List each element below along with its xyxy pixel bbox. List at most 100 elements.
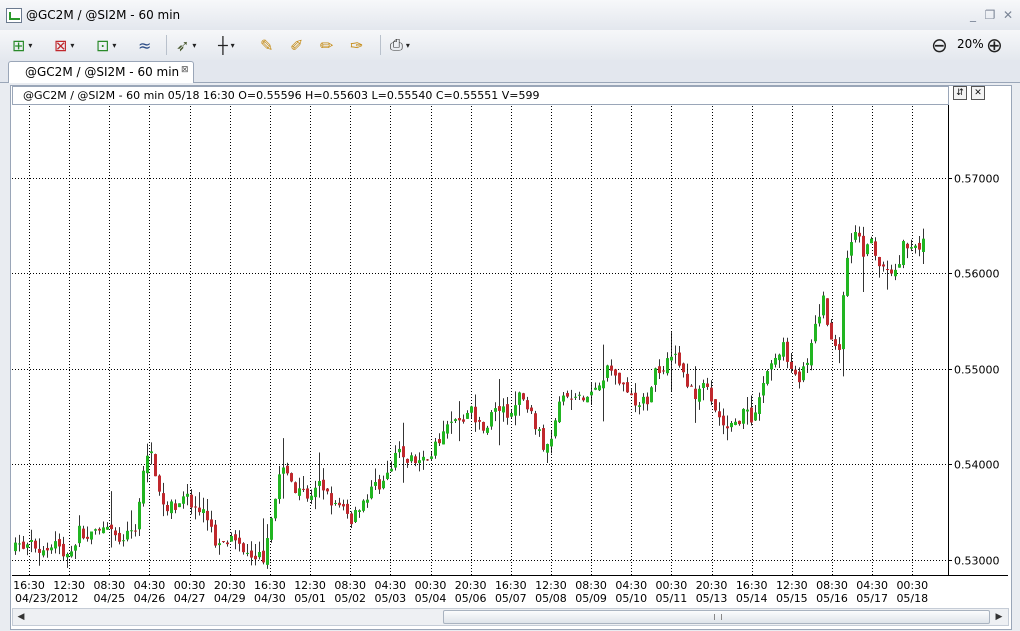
x-tick-date: 05/06 [455,592,487,605]
candle-body [218,543,221,546]
candle [242,542,245,555]
candle [110,491,113,548]
scroll-right-icon[interactable]: ▶ [992,610,1006,624]
candle-body [502,406,505,413]
candle [478,416,481,430]
candle-body [922,238,925,252]
candle [634,383,637,413]
candle [314,480,317,510]
x-tick-time: 00:30 [656,579,688,592]
candle [886,260,889,290]
candle [430,451,433,462]
candle [834,334,837,350]
candle [158,474,161,496]
candle-body [758,397,761,414]
candle [258,541,261,560]
x-tick-date: 04/25 [93,592,125,605]
candle-body [762,382,765,396]
candle-body [790,361,793,369]
candle-body [654,368,657,385]
candle-body [226,542,229,545]
candle-body [814,323,817,342]
candle-body [66,553,69,558]
candle [582,395,585,402]
candle [642,393,645,411]
candle [150,442,153,465]
candle [266,524,269,569]
candle-body [534,413,537,430]
horizontal-scrollbar[interactable]: ◀ ▶ [12,608,1009,626]
candle [346,499,349,519]
candle [874,237,877,261]
candle-body [518,392,521,405]
candle [678,345,681,368]
candle [410,452,413,464]
candle-body [406,458,409,463]
candle-body [770,363,773,370]
candle [466,410,469,419]
candle-body [242,543,245,553]
candle-body [742,408,745,424]
candle [734,418,737,426]
scroll-left-icon[interactable]: ◀ [14,610,28,624]
candle [594,382,597,391]
candle [674,345,677,364]
candle-body [274,498,277,519]
candle-body [510,412,513,417]
grip-icon [714,614,722,620]
candle-body [810,343,813,366]
candle [302,476,305,492]
candle-body [718,411,721,418]
candle [610,359,613,376]
candle [186,483,189,506]
candle-body [782,342,785,357]
candle-body [282,467,285,474]
candle [542,424,545,452]
detach-panel-button[interactable]: ⇵ [953,86,967,100]
candle [166,501,169,516]
candle [422,450,425,470]
x-tick-date: 04/29 [214,592,246,605]
candle [310,489,313,504]
candle-body [442,431,445,445]
candle-body [882,264,885,267]
candle-body [206,510,209,521]
x-tick-date: 05/04 [415,592,447,605]
candle-body [386,472,389,479]
candle-body [746,409,749,412]
candle [114,527,117,541]
scrollbar-thumb[interactable] [443,610,990,624]
candle-body [702,383,705,388]
x-tick-date: 04/30 [254,592,286,605]
candle-body [366,499,369,503]
candle-body [706,383,709,387]
candle-body [86,536,89,539]
candle-body [850,242,853,256]
candle-body [806,362,809,365]
chart-info-bar: @GC2M / @SI2M - 60 min 05/18 16:30 O=0.5… [12,86,949,105]
candle [226,540,229,547]
candle-body [482,421,485,431]
candle [726,415,729,441]
candle [906,242,909,259]
candle [526,396,529,413]
candle-body [618,372,621,384]
candle-body [258,552,261,558]
candle [90,531,93,545]
candle-body [590,391,593,396]
close-panel-button[interactable]: ✕ [971,86,985,100]
candle-body [446,424,449,434]
candle-body [310,495,313,501]
candle-body [470,406,473,413]
candle-body [626,382,629,393]
candle-body [398,448,401,453]
candle [246,544,249,557]
candle-body [90,531,93,540]
candle-body [302,488,305,490]
candle-body [230,536,233,542]
candle [254,544,257,566]
candle-body [694,388,697,400]
x-tick-time: 16:30 [254,579,286,592]
candle-body [878,256,881,267]
candle-body [450,421,453,423]
